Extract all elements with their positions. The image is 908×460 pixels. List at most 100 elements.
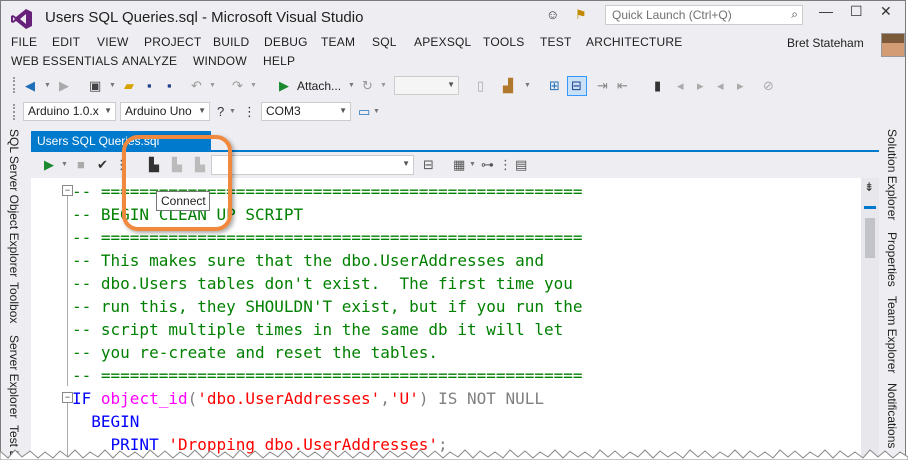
user-name[interactable]: Bret Stateham [787, 36, 864, 50]
menu-analyze[interactable]: ANALYZE [122, 54, 177, 68]
menu-edit[interactable]: EDIT [52, 35, 80, 49]
prev-in-folder-icon[interactable]: ◂ [717, 78, 724, 94]
execute-dropdown-icon[interactable]: ▼ [61, 157, 68, 173]
chevron-down-icon: ▼ [402, 159, 410, 168]
code-token: object_id [100, 389, 188, 408]
open-file-icon[interactable]: ▰ [124, 78, 134, 94]
undo-dropdown-icon[interactable]: ▼ [209, 78, 216, 94]
code-token: -- This makes sure that the dbo.UserAddr… [72, 251, 545, 270]
menu-tools[interactable]: TOOLS [483, 35, 524, 49]
toggle-button-active[interactable]: ⊟ [567, 76, 587, 96]
solution-explorer-tab[interactable]: Solution Explorer [885, 129, 899, 220]
new-project-dropdown-icon[interactable]: ▼ [109, 78, 116, 94]
menu-team[interactable]: TEAM [321, 35, 355, 49]
search-icon: ⌕ [791, 7, 798, 21]
query-plan-icon[interactable]: ▤ [515, 157, 527, 173]
database-combo[interactable]: ▼ [211, 155, 414, 175]
code-token: BEGIN [72, 412, 140, 431]
feedback-icon[interactable]: ☺ [546, 7, 559, 22]
clear-bookmarks-icon[interactable]: ⊘ [763, 78, 774, 94]
minimize-button[interactable]: — [819, 3, 833, 19]
toolbar-grip[interactable] [13, 104, 19, 120]
menu-test[interactable]: TEST [540, 35, 571, 49]
menu-help[interactable]: HELP [263, 54, 295, 68]
maximize-button[interactable]: ☐ [850, 3, 863, 20]
menu-sql[interactable]: SQL [372, 35, 397, 49]
folder-icon[interactable]: ▟ [503, 78, 513, 94]
next-in-folder-icon[interactable]: ▸ [737, 78, 744, 94]
window-title: Users SQL Queries.sql - Microsoft Visual… [45, 9, 364, 26]
next-bookmark-icon[interactable]: ▸ [697, 78, 704, 94]
redo-dropdown-icon[interactable]: ▼ [250, 78, 257, 94]
board-version-combo[interactable]: Arduino 1.0.x ▼ [23, 102, 116, 121]
chevron-down-icon: ▼ [447, 80, 455, 89]
serial-dropdown-icon[interactable]: ▼ [373, 104, 380, 120]
execute-icon[interactable]: ▶ [44, 157, 54, 173]
com-port-combo[interactable]: COM3 ▼ [261, 102, 351, 121]
notifications-flag-icon[interactable]: ⚑ [575, 7, 587, 23]
indent-icon[interactable]: ⇥ [597, 78, 608, 94]
toolbox-tab[interactable]: Toolbox [7, 282, 21, 323]
undo-icon[interactable]: ↶ [191, 78, 202, 94]
refresh-icon[interactable]: ↻ [362, 78, 373, 94]
sql-server-object-explorer-tab[interactable]: SQL Server Object Explorer [7, 129, 21, 277]
results-grid-icon[interactable]: ▦ [453, 157, 465, 173]
back-dropdown-icon[interactable]: ▼ [44, 78, 51, 94]
menu-project[interactable]: PROJECT [144, 35, 201, 49]
validate-syntax-icon[interactable]: ✔ [97, 157, 108, 173]
vs-window: Users SQL Queries.sql - Microsoft Visual… [0, 0, 906, 458]
chevron-down-icon: ▼ [104, 106, 112, 115]
bookmark-icon[interactable]: ▮ [654, 78, 661, 94]
options-icon[interactable]: ⋮ [243, 104, 256, 120]
attach-dropdown-icon[interactable]: ▼ [348, 78, 355, 94]
avatar[interactable] [881, 33, 905, 57]
back-icon[interactable]: ◀ [25, 78, 35, 94]
results-dropdown-icon[interactable]: ▼ [469, 157, 476, 173]
menu-apexsql[interactable]: APEXSQL [414, 35, 471, 49]
save-all-icon[interactable]: ▪ [167, 78, 172, 94]
schema-icon[interactable]: ⊟ [423, 157, 434, 173]
vertical-scrollbar[interactable]: ⇟ [861, 178, 879, 457]
code-line: -- you re-create and reset the tables. [72, 341, 583, 364]
menu-view[interactable]: VIEW [97, 35, 128, 49]
prev-bookmark-icon[interactable]: ◂ [677, 78, 684, 94]
properties-tab[interactable]: Properties [885, 232, 899, 287]
menu-architecture[interactable]: ARCHITECTURE [586, 35, 682, 49]
scrollbar-thumb[interactable] [865, 218, 875, 258]
menu-web-essentials[interactable]: WEB ESSENTIALS [11, 54, 119, 68]
code-token: ) IS NOT NULL [418, 389, 545, 408]
attach-button[interactable]: Attach... [297, 78, 341, 94]
chevron-down-icon: ▼ [198, 106, 206, 115]
code-token: IF [72, 389, 101, 408]
find-icon[interactable]: ▯ [477, 78, 484, 94]
start-icon[interactable]: ▶ [279, 78, 289, 94]
include-plan-icon[interactable]: ⊶ [481, 157, 494, 173]
new-project-icon[interactable]: ▣ [89, 78, 101, 94]
split-editor-icon[interactable]: ⇟ [864, 180, 874, 194]
refresh-dropdown-icon[interactable]: ▼ [380, 78, 387, 94]
menu-window[interactable]: WINDOW [193, 54, 247, 68]
menu-build[interactable]: BUILD [213, 35, 249, 49]
folder-dropdown-icon[interactable]: ▼ [524, 78, 531, 94]
com-port-value: COM3 [266, 104, 301, 118]
menu-file[interactable]: FILE [11, 35, 37, 49]
redo-icon[interactable]: ↷ [232, 78, 243, 94]
forward-icon[interactable]: ▶ [59, 78, 69, 94]
help-icon[interactable]: ? [217, 104, 224, 120]
help-dropdown-icon[interactable]: ▼ [229, 104, 236, 120]
solution-config-combo[interactable]: ▼ [394, 76, 459, 95]
cancel-query-icon[interactable]: ■ [77, 157, 85, 173]
serial-monitor-icon[interactable]: ▭ [358, 104, 370, 120]
outdent-icon[interactable]: ⇤ [617, 78, 628, 94]
board-model-combo[interactable]: Arduino Uno ▼ [120, 102, 210, 121]
quick-launch-input[interactable]: Quick Launch (Ctrl+Q) ⌕ [605, 5, 803, 25]
notifications-tab[interactable]: Notifications [885, 383, 899, 448]
save-icon[interactable]: ▪ [147, 78, 152, 94]
options-icon[interactable]: ⋮ [499, 157, 512, 173]
server-explorer-tab[interactable]: Server Explorer [7, 335, 21, 418]
close-button[interactable]: ✕ [880, 3, 892, 20]
team-explorer-tab[interactable]: Team Explorer [885, 296, 899, 373]
align-icon[interactable]: ⊞ [549, 78, 560, 94]
toolbar-grip[interactable] [13, 77, 19, 93]
menu-debug[interactable]: DEBUG [264, 35, 308, 49]
